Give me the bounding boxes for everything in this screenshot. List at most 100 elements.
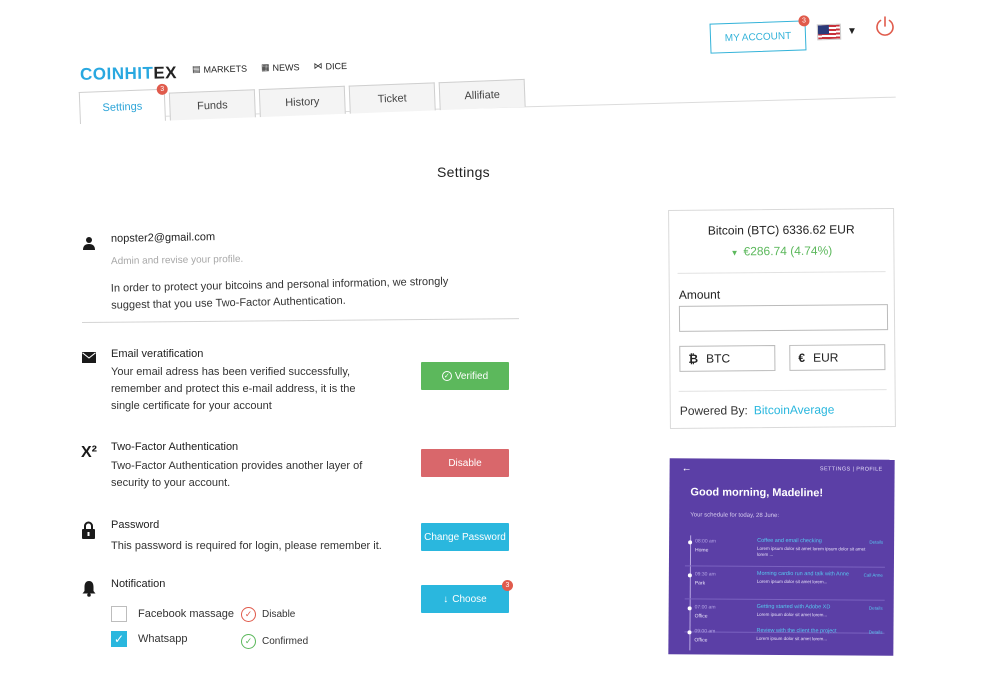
logo[interactable]: COINHITEX [80, 63, 177, 85]
triangle-down-icon: ▼ [730, 248, 739, 258]
notification-option-whatsapp: ✓ Whatsapp [111, 631, 188, 647]
envelope-icon [82, 352, 96, 363]
two-factor-title: Two-Factor Authentication [111, 441, 239, 453]
nav-news[interactable]: ▦ NEWS [261, 61, 300, 73]
tab-settings[interactable]: Settings 3 [78, 83, 168, 124]
schedule-place: Office [694, 637, 708, 644]
bitcoinaverage-link[interactable]: BitcoinAverage [754, 403, 835, 418]
nav-dice-label: DICE [325, 60, 348, 72]
top-nav: ▤ MARKETS ▦ NEWS ⋈ DICE [192, 60, 347, 75]
tab-affiliate[interactable]: Allifiate [438, 78, 526, 111]
schedule-place: Office [694, 613, 708, 620]
tab-funds[interactable]: Funds [168, 89, 256, 121]
facebook-status: ✓ Disable [241, 607, 295, 622]
tab-settings-label: Settings [102, 100, 143, 114]
nav-dice[interactable]: ⋈ DICE [313, 60, 347, 72]
email-verification-desc: Your email adress has been verified succ… [111, 366, 356, 412]
choose-button-badge: 3 [502, 580, 513, 591]
powered-by: Powered By: BitcoinAverage [680, 403, 835, 418]
schedule-time: 09:30 am [694, 571, 716, 578]
facebook-label: Facebook massage [138, 608, 234, 620]
schedule-item[interactable]: 09:30 am Park Morning cardio run and tal… [684, 569, 885, 601]
schedule-action[interactable]: Details [869, 540, 883, 545]
schedule-item[interactable]: 08:00 am Home Coffee and email checking … [684, 536, 886, 568]
profile-subtitle: Admin and revise your profile. [110, 253, 244, 268]
schedule-title: Morning cardio run and talk with Anne [756, 570, 849, 578]
profile-divider [81, 318, 519, 323]
logo-part-1: COINHIT [79, 63, 154, 84]
currency-eur-label: EUR [812, 350, 839, 365]
widget-divider-bottom [678, 389, 887, 392]
email-verification-title: Email veratification [111, 348, 204, 360]
tab-history[interactable]: History [258, 85, 346, 118]
check-circle-icon: ✓ [441, 371, 452, 381]
markets-icon: ▤ [191, 63, 201, 75]
schedule-desc: Lorem ipsum dolor sit amet lorem ipsum d… [757, 545, 866, 557]
bitcoin-icon: ₿ [688, 351, 699, 366]
back-arrow-icon[interactable]: ← [682, 463, 692, 474]
nav-news-label: NEWS [272, 61, 300, 73]
choose-button-label: Choose [452, 593, 487, 605]
schedule-action[interactable]: Call Anne [864, 573, 883, 578]
currency-btc-button[interactable]: ₿ BTC [679, 345, 776, 372]
bitcoin-price: Bitcoin (BTC) 6336.62 EUR [707, 222, 855, 238]
facebook-checkbox[interactable] [111, 606, 127, 622]
schedule-action[interactable]: Details [869, 606, 883, 611]
bell-icon [82, 581, 96, 597]
lock-icon [82, 521, 95, 539]
choose-notification-button[interactable]: ↓ Choose 3 [421, 580, 513, 613]
change-password-button[interactable]: Change Password [421, 523, 509, 551]
nav-markets[interactable]: ▤ MARKETS [192, 63, 247, 75]
disable-button-label: Disable [448, 457, 482, 469]
timeline-dot [687, 630, 692, 635]
facebook-status-label: Disable [262, 609, 296, 620]
page-title: Settings [437, 164, 490, 180]
schedule-nav[interactable]: SETTINGS | PROFILE [820, 466, 883, 472]
two-factor-desc: Two-Factor Authentication provides anoth… [111, 460, 363, 489]
whatsapp-status-label: Confirmed [262, 636, 309, 647]
power-icon[interactable] [873, 14, 897, 38]
amount-input[interactable] [678, 304, 889, 332]
schedule-place: Park [694, 580, 706, 587]
schedule-action[interactable]: Details [869, 630, 883, 635]
schedule-subtitle: Your schedule for today, 28 June: [690, 512, 780, 519]
notification-option-facebook: Facebook massage [111, 606, 234, 622]
whatsapp-label: Whatsapp [138, 633, 188, 645]
password-desc: This password is required for login, ple… [111, 540, 382, 552]
tab-settings-badge: 3 [156, 83, 168, 96]
schedule-time: 07:00 am [694, 604, 716, 611]
verified-button[interactable]: ✓ Verified [421, 362, 509, 390]
language-dropdown-caret-icon[interactable]: ▼ [847, 26, 857, 37]
verified-button-label: Verified [454, 370, 489, 382]
nav-markets-label: MARKETS [203, 63, 248, 75]
schedule-item[interactable]: 09:00 am Office Review with the client t… [684, 626, 884, 655]
user-icon [83, 237, 95, 250]
tab-funds-label: Funds [196, 98, 228, 112]
schedule-place: Home [695, 547, 709, 554]
euro-icon: € [798, 350, 806, 365]
schedule-greeting: Good morning, Madeline! [690, 486, 824, 500]
profile-security-note: In order to protect your bitcoins and pe… [110, 275, 449, 312]
bitcoin-change: ▼ €286.74 (4.74%) [669, 243, 893, 259]
tab-ticket[interactable]: Ticket [348, 82, 436, 114]
two-factor-icon: X² [81, 444, 97, 461]
schedule-title: Getting started with Adobe XD [756, 603, 831, 611]
change-password-label: Change Password [424, 531, 506, 543]
schedule-title: Coffee and email checking [757, 537, 822, 545]
bitcoin-converter-widget: Bitcoin (BTC) 6336.62 EUR ▼ €286.74 (4.74… [668, 208, 896, 429]
us-flag-icon[interactable] [816, 23, 842, 41]
timeline-dot [687, 573, 692, 578]
tab-history-label: History [284, 95, 320, 109]
timeline-dot [688, 540, 693, 545]
arrow-down-icon: ↓ [443, 593, 449, 605]
currency-eur-button[interactable]: € EUR [789, 344, 886, 371]
bitcoin-change-value: €286.74 (4.74%) [743, 243, 833, 259]
disable-two-factor-button[interactable]: Disable [421, 449, 509, 477]
whatsapp-status: ✓ Confirmed [241, 634, 308, 649]
schedule-desc: Lorem ipsum dolor sit amet lorem... [756, 611, 828, 618]
timeline-dot [687, 606, 692, 611]
schedule-preview-card: ← SETTINGS | PROFILE Good morning, Madel… [668, 458, 895, 656]
my-account-button[interactable]: MY ACCOUNT 3 [709, 15, 810, 54]
whatsapp-checkbox[interactable]: ✓ [111, 631, 127, 647]
widget-divider [677, 271, 886, 274]
